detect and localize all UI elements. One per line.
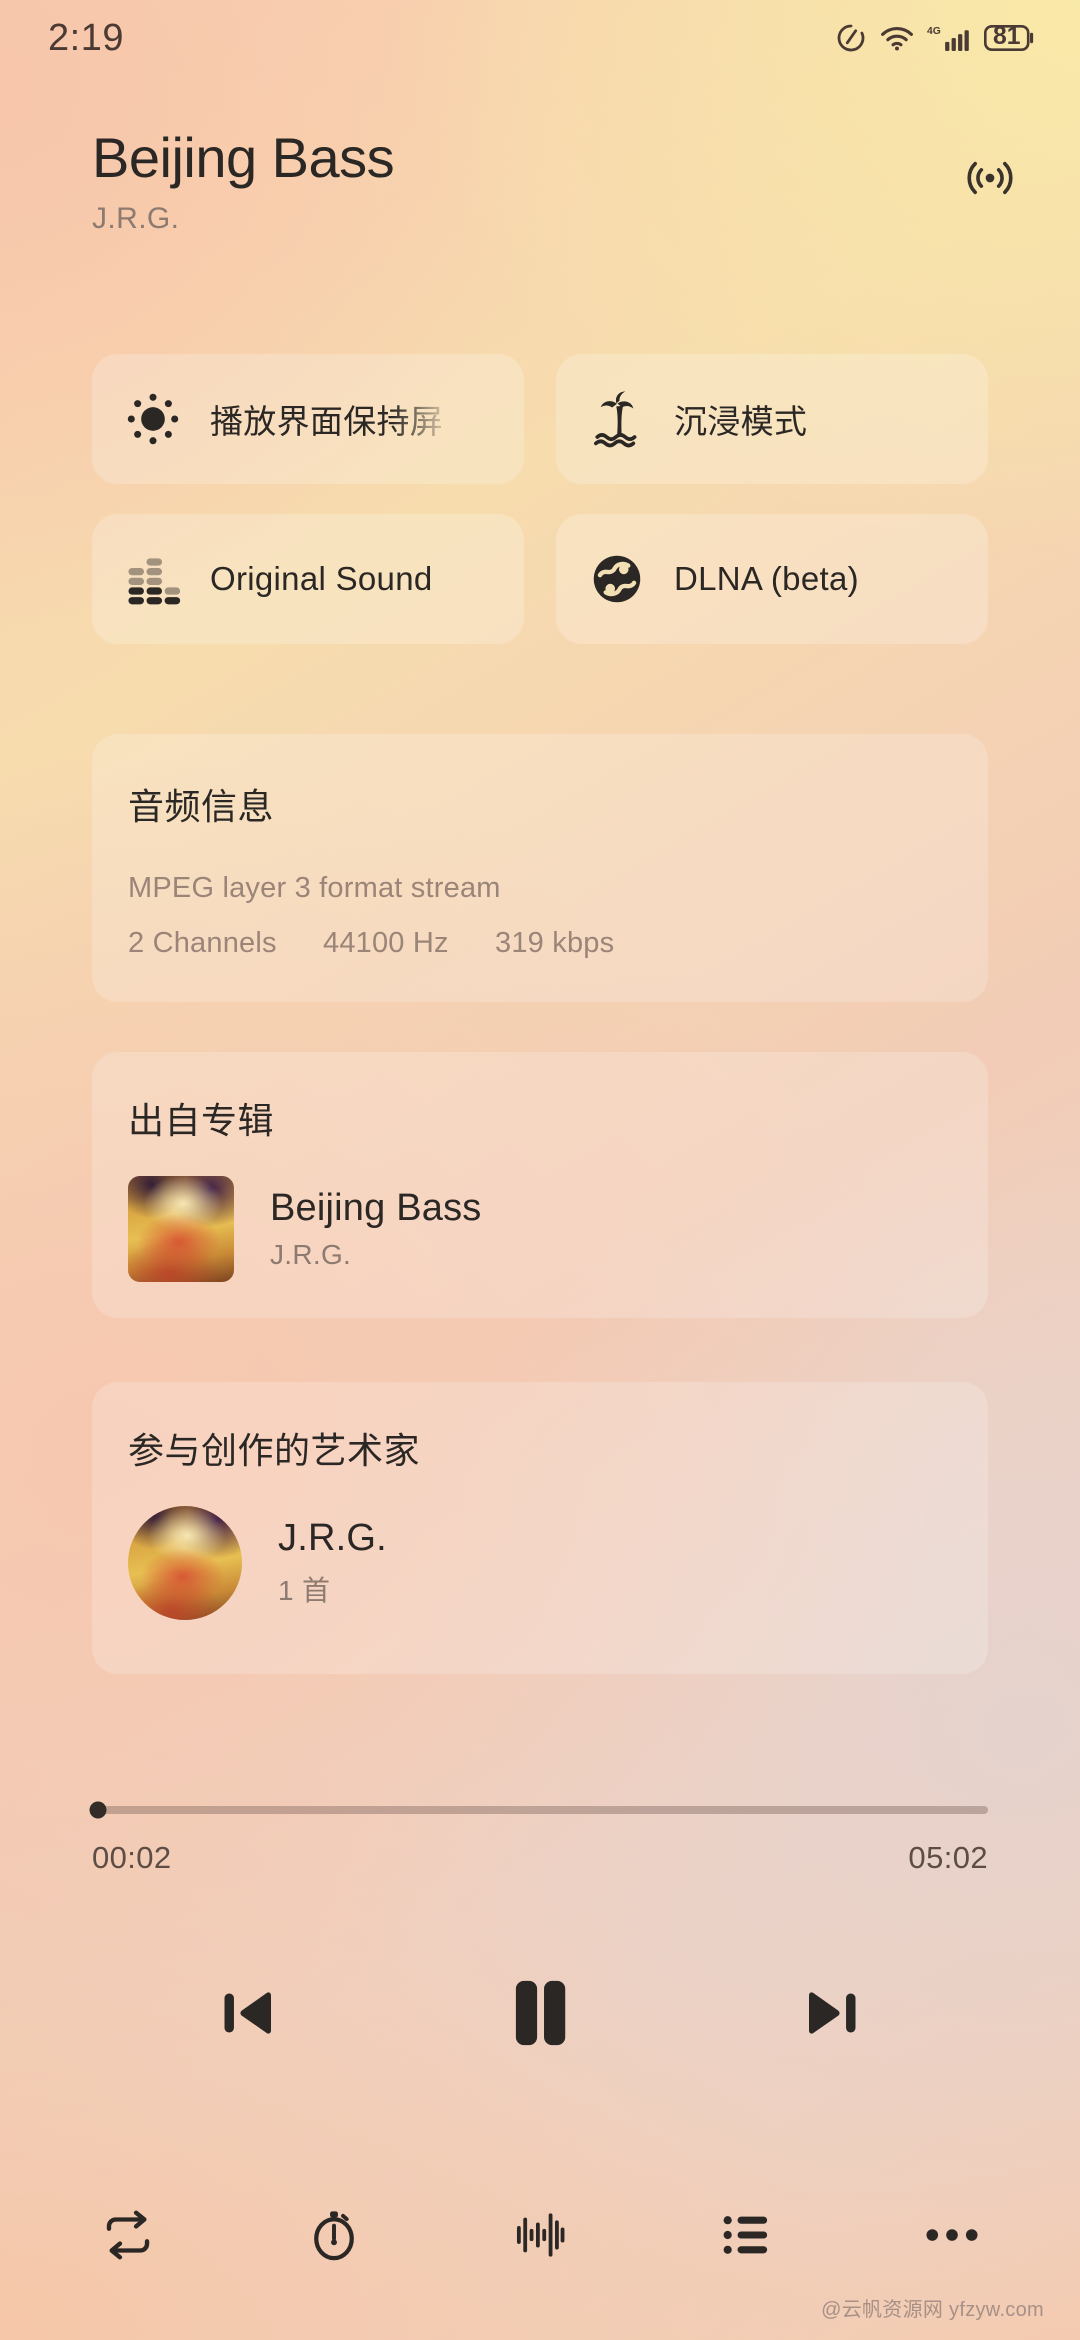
toggle-dlna[interactable]: DLNA (beta) bbox=[556, 514, 988, 644]
sun-icon bbox=[122, 388, 184, 450]
cast-button[interactable] bbox=[944, 134, 1036, 226]
progress-section: 00:02 05:02 bbox=[89, 1801, 988, 1876]
total-time: 05:02 bbox=[908, 1840, 988, 1875]
visualizer-button[interactable] bbox=[484, 2187, 596, 2287]
toggle-label: 播放界面保持屏 bbox=[210, 403, 444, 440]
signal-icon: 4G bbox=[927, 23, 971, 53]
playlist-queue-button[interactable] bbox=[690, 2187, 802, 2287]
next-track-button[interactable] bbox=[770, 1955, 890, 2075]
previous-track-icon bbox=[211, 1974, 289, 2057]
toggle-immersive-mode[interactable]: 沉浸模式 bbox=[556, 354, 988, 484]
more-options-icon bbox=[921, 2218, 983, 2257]
album-cover-art bbox=[128, 1176, 234, 1282]
now-playing-header: Beijing Bass J.R.G. bbox=[0, 126, 1080, 236]
dlna-icon bbox=[586, 548, 648, 610]
next-track-icon bbox=[791, 1974, 869, 2057]
transport-controls bbox=[0, 1940, 1080, 2090]
broadcast-icon bbox=[962, 150, 1018, 211]
current-time: 00:02 bbox=[92, 1840, 172, 1875]
svg-text:4G: 4G bbox=[927, 26, 941, 37]
sleep-timer-icon bbox=[303, 2204, 365, 2271]
page-title: Beijing Bass bbox=[92, 126, 395, 189]
album-meta: Beijing Bass J.R.G. bbox=[270, 1187, 482, 1271]
audio-bitrate: 319 kbps bbox=[495, 927, 615, 959]
toggle-keep-screen-on[interactable]: 播放界面保持屏 bbox=[92, 354, 524, 484]
album-section-title: 出自专辑 bbox=[128, 1100, 275, 1141]
artist-track-count: 1 首 bbox=[278, 1575, 331, 1606]
now-playing-text: Beijing Bass J.R.G. bbox=[92, 126, 395, 236]
progress-slider[interactable] bbox=[89, 1801, 988, 1819]
audio-format: MPEG layer 3 format stream bbox=[128, 872, 501, 904]
progress-thumb[interactable] bbox=[89, 1801, 107, 1819]
pause-button[interactable] bbox=[480, 1955, 600, 2075]
artist-avatar bbox=[128, 1506, 242, 1620]
toggle-label: 沉浸模式 bbox=[674, 403, 808, 440]
equalizer-icon bbox=[122, 548, 184, 610]
status-bar-clock: 2:19 bbox=[48, 16, 124, 59]
album-name: Beijing Bass bbox=[270, 1187, 482, 1229]
song-artist: J.R.G. bbox=[92, 202, 180, 236]
toggle-label: DLNA (beta) bbox=[674, 560, 859, 597]
repeat-icon bbox=[97, 2204, 159, 2271]
dnd-icon bbox=[835, 22, 867, 54]
album-artist: J.R.G. bbox=[270, 1239, 352, 1270]
artist-section-title: 参与创作的艺术家 bbox=[128, 1430, 421, 1471]
audio-specs: 2 Channels 44100 Hz 319 kbps bbox=[128, 927, 952, 960]
repeat-button[interactable] bbox=[72, 2187, 184, 2287]
visualizer-icon bbox=[509, 2204, 571, 2271]
battery-level-text: 81 bbox=[993, 23, 1021, 50]
artist-name: J.R.G. bbox=[278, 1517, 387, 1559]
quick-toggle-grid: 播放界面保持屏 沉浸模式 Original Sound DLNA (beta) bbox=[92, 354, 988, 644]
wifi-icon bbox=[880, 24, 914, 52]
toggle-label: Original Sound bbox=[210, 560, 433, 597]
audio-sample-rate: 44100 Hz bbox=[322, 927, 449, 959]
status-bar: 2:19 4G 81 bbox=[0, 0, 1080, 76]
artist-card: 参与创作的艺术家 J.R.G. 1 首 bbox=[92, 1382, 988, 1674]
time-labels: 00:02 05:02 bbox=[92, 1840, 988, 1876]
status-bar-icons: 4G 81 bbox=[835, 22, 1036, 54]
watermark: @云帆资源网 yfzyw.com bbox=[821, 2299, 1044, 2321]
artist-meta: J.R.G. 1 首 bbox=[278, 1517, 387, 1609]
album-card: 出自专辑 Beijing Bass J.R.G. bbox=[92, 1052, 988, 1318]
more-options-button[interactable] bbox=[896, 2187, 1008, 2287]
pause-icon bbox=[495, 1968, 585, 2063]
playlist-queue-icon bbox=[715, 2204, 777, 2271]
music-player-screen: 2:19 4G 81 Beijing Bass J.R.G. 播放界面保持屏 沉… bbox=[0, 0, 1080, 2340]
album-row[interactable]: Beijing Bass J.R.G. bbox=[128, 1176, 952, 1282]
palm-tree-icon bbox=[586, 388, 648, 450]
audio-info-card: 音频信息 MPEG layer 3 format stream 2 Channe… bbox=[92, 734, 988, 1002]
toggle-original-sound[interactable]: Original Sound bbox=[92, 514, 524, 644]
previous-track-button[interactable] bbox=[190, 1955, 310, 2075]
battery-icon: 81 bbox=[984, 23, 1036, 53]
audio-info-title: 音频信息 bbox=[128, 786, 275, 827]
audio-channels: 2 Channels bbox=[128, 927, 277, 959]
artist-row[interactable]: J.R.G. 1 首 bbox=[128, 1506, 952, 1620]
sleep-timer-button[interactable] bbox=[278, 2187, 390, 2287]
bottom-toolbar bbox=[72, 2182, 1008, 2292]
